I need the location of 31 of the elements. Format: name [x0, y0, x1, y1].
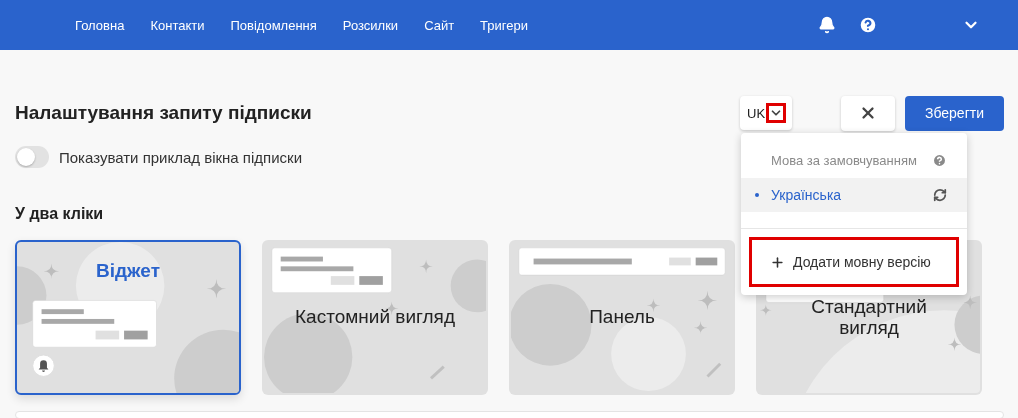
layout-option-card[interactable]: Панель	[509, 240, 735, 395]
section-title: У два кліки	[15, 205, 104, 223]
language-select[interactable]: UK	[740, 96, 792, 130]
menu-header: Мова за замовчуванням	[771, 153, 917, 168]
save-button[interactable]: Зберегти	[905, 95, 1004, 131]
add-language-button[interactable]: Додати мовну версію	[749, 237, 959, 287]
nav-link[interactable]: Сайт	[424, 17, 455, 33]
card-label: Стандартний вигляд	[810, 296, 928, 339]
language-code: UK	[747, 105, 766, 121]
close-button[interactable]	[841, 95, 895, 131]
card-label: Панель	[589, 307, 655, 328]
page-title: Налаштування запиту підписки	[15, 102, 313, 124]
language-item[interactable]: Українська	[741, 178, 967, 212]
help-icon[interactable]	[858, 15, 878, 35]
chevron-down-icon[interactable]	[766, 103, 787, 123]
toggle-label: Показувати приклад вікна підписки	[59, 148, 303, 166]
layout-option-card[interactable]: Віджет	[15, 240, 241, 395]
bell-icon	[32, 354, 55, 377]
nav-link[interactable]: Контакти	[150, 17, 205, 33]
nav-link[interactable]: Головна	[75, 17, 125, 33]
card-label: Віджет	[96, 261, 160, 282]
plus-icon	[770, 254, 785, 270]
refresh-icon[interactable]	[933, 188, 947, 202]
nav-link[interactable]: Розсилки	[342, 17, 399, 33]
layout-option-card[interactable]: Кастомний вигляд	[262, 240, 488, 395]
nav-link[interactable]: Тригери	[480, 17, 528, 33]
bell-icon[interactable]	[818, 16, 836, 34]
close-icon	[859, 104, 877, 122]
nav-link[interactable]: Повідомлення	[230, 17, 317, 33]
preview-toggle[interactable]	[15, 146, 49, 168]
card-label: Кастомний вигляд	[295, 307, 455, 328]
